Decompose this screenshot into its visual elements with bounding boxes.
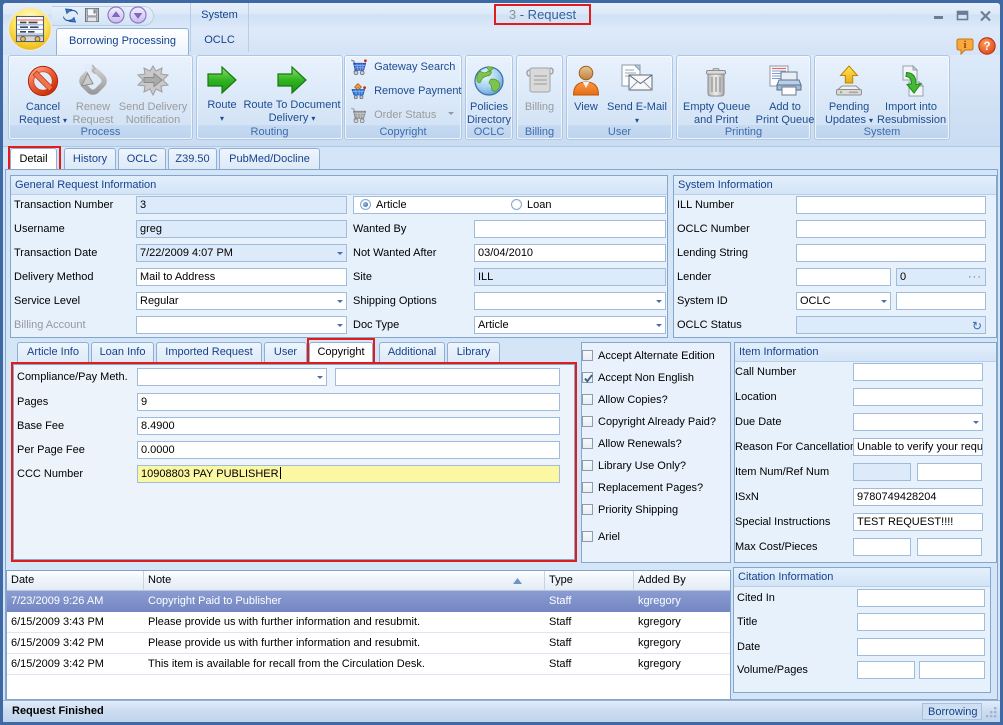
svg-text:i: i [964, 40, 967, 51]
svg-text:?: ? [983, 41, 990, 53]
